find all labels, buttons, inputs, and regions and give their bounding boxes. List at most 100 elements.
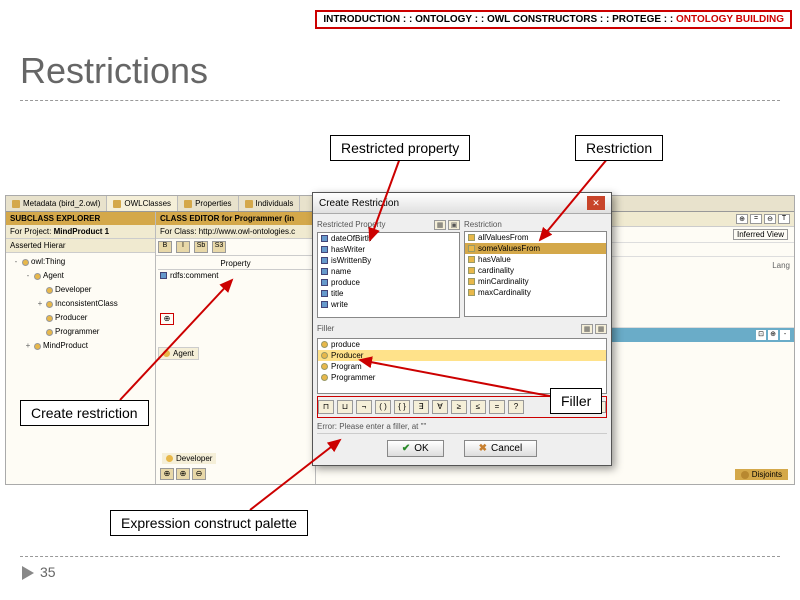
list-item[interactable]: cardinality: [465, 265, 606, 276]
expand-icon[interactable]: -: [12, 255, 20, 269]
restriction-list[interactable]: allValuesFrom someValuesFrom hasValue ca…: [464, 231, 607, 317]
palette-button[interactable]: ∃: [413, 400, 429, 414]
palette-button[interactable]: ≥: [451, 400, 467, 414]
project-label: For Project:: [10, 227, 51, 236]
class-editor-header: CLASS EDITOR for Programmer (in: [156, 212, 315, 225]
tab-properties[interactable]: Properties: [178, 196, 238, 211]
class-icon: [321, 363, 328, 370]
expand-icon[interactable]: +: [36, 297, 44, 311]
property-icon: [321, 301, 328, 308]
cancel-button[interactable]: ✖Cancel: [464, 440, 538, 457]
remove-icon[interactable]: ⊖: [192, 468, 206, 480]
class-icon: [166, 455, 173, 462]
bottom-toolbar: ⊕ ⊕ ⊖: [160, 468, 206, 480]
page-number: 35: [40, 564, 56, 580]
list-item[interactable]: produce: [318, 339, 606, 350]
tree-item[interactable]: -owl:Thing: [8, 255, 153, 269]
property-icon: [321, 235, 328, 242]
create-restriction-button[interactable]: ⊕: [160, 313, 174, 325]
tool-icon[interactable]: ▦: [581, 324, 593, 334]
add-icon[interactable]: ⊕: [160, 468, 174, 480]
palette-button[interactable]: ≤: [470, 400, 486, 414]
list-item[interactable]: title: [318, 288, 459, 299]
list-item[interactable]: hasWriter: [318, 244, 459, 255]
italic-icon[interactable]: I: [176, 241, 190, 253]
property-icon: [321, 290, 328, 297]
tree-item[interactable]: Developer: [8, 283, 153, 297]
item-label: title: [331, 289, 343, 298]
for-class-bar: For Class: http://www.owl-ontologies.c: [156, 225, 315, 239]
check-icon: ✔: [402, 443, 410, 454]
tree-item[interactable]: +InconsistentClass: [8, 297, 153, 311]
ok-button[interactable]: ✔OK: [387, 440, 444, 457]
divider: [20, 100, 780, 101]
list-item[interactable]: hasValue: [465, 254, 606, 265]
developer-chip[interactable]: Developer: [162, 453, 216, 464]
agent-chip[interactable]: Agent: [158, 347, 199, 360]
tool-icon[interactable]: ▣: [448, 220, 460, 230]
page-title: Restrictions: [20, 50, 208, 92]
disjoints-badge[interactable]: Disjoints: [735, 469, 788, 480]
palette-button[interactable]: =: [489, 400, 505, 414]
cond-icon[interactable]: ⊕: [768, 330, 778, 340]
class-icon: [34, 273, 41, 280]
breadcrumb-sep: : :: [661, 14, 676, 25]
property-list: Property rdfs:comment: [156, 256, 315, 283]
property-icon: [321, 246, 328, 253]
tree-item[interactable]: -Agent: [8, 269, 153, 283]
item-label: hasWriter: [331, 245, 365, 254]
item-label: isWrittenBy: [331, 256, 371, 265]
disjoints-icon: [741, 471, 749, 479]
palette-button[interactable]: ?: [508, 400, 524, 414]
sub-icon[interactable]: Sb: [194, 241, 208, 253]
remove-icon[interactable]: ⊖: [764, 214, 776, 224]
equal-icon[interactable]: =: [750, 214, 762, 224]
panel-title: SUBCLASS EXPLORER: [10, 214, 100, 223]
class-icon: [34, 343, 41, 350]
list-item[interactable]: allValuesFrom: [465, 232, 606, 243]
list-item[interactable]: name: [318, 266, 459, 277]
item-label: name: [331, 267, 351, 276]
tool-icon[interactable]: ▦: [595, 324, 607, 334]
filler-list[interactable]: produce Producer Program Programmer: [317, 338, 607, 394]
palette-button[interactable]: ∀: [432, 400, 448, 414]
palette-button[interactable]: { }: [394, 400, 410, 414]
list-item[interactable]: Program: [318, 361, 606, 372]
tree-label: owl:Thing: [31, 255, 65, 269]
list-item[interactable]: maxCardinality: [465, 287, 606, 298]
list-item[interactable]: produce: [318, 277, 459, 288]
bold-icon[interactable]: B: [158, 241, 172, 253]
inferred-view-button[interactable]: Inferred View: [733, 229, 788, 240]
cond-icon[interactable]: ⊡: [756, 330, 766, 340]
list-item-selected[interactable]: someValuesFrom: [465, 243, 606, 254]
expand-icon[interactable]: +: [24, 339, 32, 353]
tree-item[interactable]: Programmer: [8, 325, 153, 339]
tree-item[interactable]: Producer: [8, 311, 153, 325]
tree-item[interactable]: +MindProduct: [8, 339, 153, 353]
tab-individuals[interactable]: Individuals: [239, 196, 301, 211]
palette-button[interactable]: ⊓: [318, 400, 334, 414]
expand-icon[interactable]: -: [24, 269, 32, 283]
cond-icon[interactable]: -: [780, 330, 790, 340]
t-icon[interactable]: T: [778, 214, 790, 224]
list-item[interactable]: minCardinality: [465, 276, 606, 287]
list-item[interactable]: write: [318, 299, 459, 310]
condition-tools: ⊡ ⊕ -: [756, 330, 790, 340]
s3-icon[interactable]: S3: [212, 241, 226, 253]
list-item[interactable]: Programmer: [318, 372, 606, 383]
list-item[interactable]: dateOfBirth: [318, 233, 459, 244]
add-icon[interactable]: ⊕: [736, 214, 748, 224]
palette-button[interactable]: ⊔: [337, 400, 353, 414]
property-icon: [321, 257, 328, 264]
add-icon[interactable]: ⊕: [176, 468, 190, 480]
close-icon[interactable]: ✕: [587, 196, 605, 210]
tab-metadata[interactable]: Metadata (bird_2.owl): [6, 196, 107, 211]
tab-owlclasses[interactable]: OWLClasses: [107, 196, 178, 211]
restricted-property-list[interactable]: dateOfBirth hasWriter isWrittenBy name p…: [317, 232, 460, 318]
list-item[interactable]: isWrittenBy: [318, 255, 459, 266]
palette-button[interactable]: ¬: [356, 400, 372, 414]
list-item-selected[interactable]: Producer: [318, 350, 606, 361]
palette-button[interactable]: ( ): [375, 400, 391, 414]
property-item[interactable]: rdfs:comment: [158, 270, 313, 281]
tool-icon[interactable]: ▦: [434, 220, 446, 230]
